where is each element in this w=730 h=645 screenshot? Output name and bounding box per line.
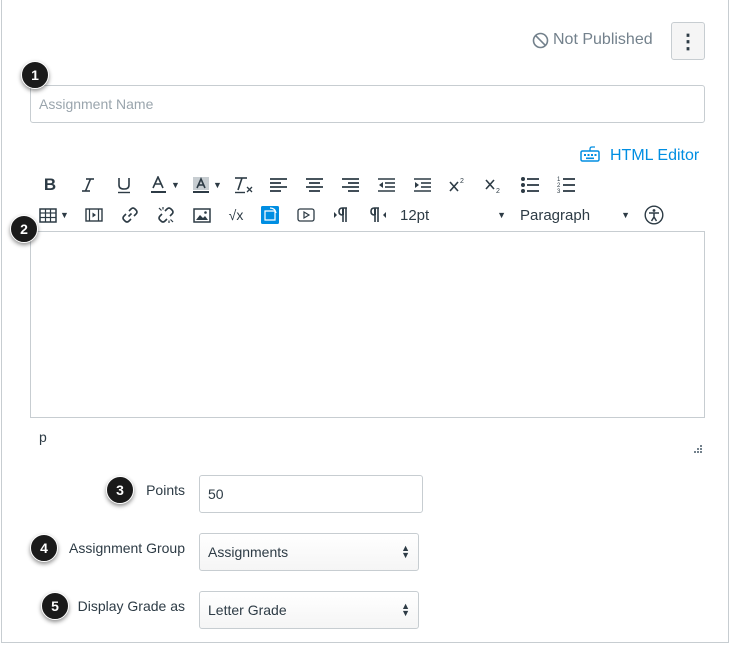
align-left-icon[interactable] — [266, 173, 290, 197]
display-grade-select[interactable]: Letter Grade ▲ ▼ — [199, 591, 419, 629]
link-icon[interactable] — [118, 203, 142, 227]
callout-5: 5 — [41, 592, 69, 620]
select-arrows-icon: ▲ ▼ — [401, 601, 410, 618]
callout-4: 4 — [30, 534, 58, 562]
block-format-select[interactable]: Paragraph ▼ — [520, 203, 630, 227]
bold-icon[interactable]: B — [38, 173, 62, 197]
italic-icon[interactable] — [76, 173, 100, 197]
keyboard-icon — [580, 145, 600, 167]
assignment-name-input[interactable] — [30, 85, 705, 123]
resize-handle-icon[interactable] — [691, 441, 703, 453]
callout-2: 2 — [10, 215, 38, 243]
publish-status: Not Published — [532, 30, 653, 50]
display-grade-label: Display Grade as — [77, 598, 185, 614]
not-published-icon — [532, 32, 549, 49]
display-grade-value: Letter Grade — [208, 602, 287, 618]
svg-text:3: 3 — [557, 189, 561, 194]
bulleted-list-icon[interactable] — [518, 173, 542, 197]
select-arrows-icon: ▲ ▼ — [401, 543, 410, 560]
text-color-icon[interactable]: ▼ — [148, 173, 182, 197]
chevron-down-icon: ▼ — [171, 180, 180, 190]
html-editor-label: HTML Editor — [610, 147, 700, 164]
rich-content-editor-body[interactable] — [30, 231, 705, 418]
equation-icon[interactable]: √x — [224, 203, 248, 227]
svg-text:2: 2 — [496, 188, 500, 194]
subscript-icon[interactable]: 2 — [482, 173, 506, 197]
assignment-group-value: Assignments — [208, 544, 289, 560]
superscript-icon[interactable]: 2 — [446, 173, 470, 197]
font-size-select[interactable]: 12pt ▼ — [400, 203, 506, 227]
indent-icon[interactable] — [410, 173, 434, 197]
editor-path-label: p — [39, 429, 47, 445]
chevron-down-icon: ▼ — [621, 210, 630, 220]
numbered-list-icon[interactable]: 123 — [554, 173, 578, 197]
underline-icon[interactable] — [112, 173, 136, 197]
assignment-group-label: Assignment Group — [69, 540, 185, 556]
publish-status-label: Not Published — [553, 31, 653, 48]
font-size-value: 12pt — [400, 206, 430, 224]
media-icon[interactable] — [82, 203, 106, 227]
callout-1: 1 — [21, 61, 49, 89]
points-input[interactable]: 50 — [199, 475, 423, 513]
align-right-icon[interactable] — [338, 173, 362, 197]
accessibility-icon[interactable] — [642, 203, 666, 227]
chevron-down-icon: ▼ — [60, 210, 69, 220]
chevron-down-icon: ▼ — [497, 210, 506, 220]
kebab-menu-icon: ⋮ — [678, 30, 698, 53]
html-editor-link[interactable]: HTML Editor — [580, 145, 699, 167]
image-icon[interactable] — [190, 203, 214, 227]
outdent-icon[interactable] — [374, 173, 398, 197]
editor-toolbar-row-2: ▼ √x 12pt ▼ Paragraph ▼ — [38, 203, 666, 227]
callout-3: 3 — [106, 476, 134, 504]
chevron-down-icon: ▼ — [213, 180, 222, 190]
video-icon[interactable] — [294, 203, 318, 227]
block-format-value: Paragraph — [520, 206, 591, 224]
editor-toolbar-row-1: B ▼ ▼ 2 2 123 — [38, 173, 578, 197]
assignment-group-select[interactable]: Assignments ▲ ▼ — [199, 533, 419, 571]
ltr-paragraph-icon[interactable] — [330, 203, 354, 227]
background-color-icon[interactable]: ▼ — [190, 173, 224, 197]
table-icon[interactable]: ▼ — [38, 203, 70, 227]
align-center-icon[interactable] — [302, 173, 326, 197]
options-menu-button[interactable]: ⋮ — [671, 22, 705, 60]
clear-formatting-icon[interactable] — [232, 173, 256, 197]
embed-image-icon[interactable] — [258, 203, 282, 227]
svg-text:2: 2 — [460, 178, 464, 185]
rtl-paragraph-icon[interactable] — [366, 203, 390, 227]
unlink-icon[interactable] — [154, 203, 178, 227]
